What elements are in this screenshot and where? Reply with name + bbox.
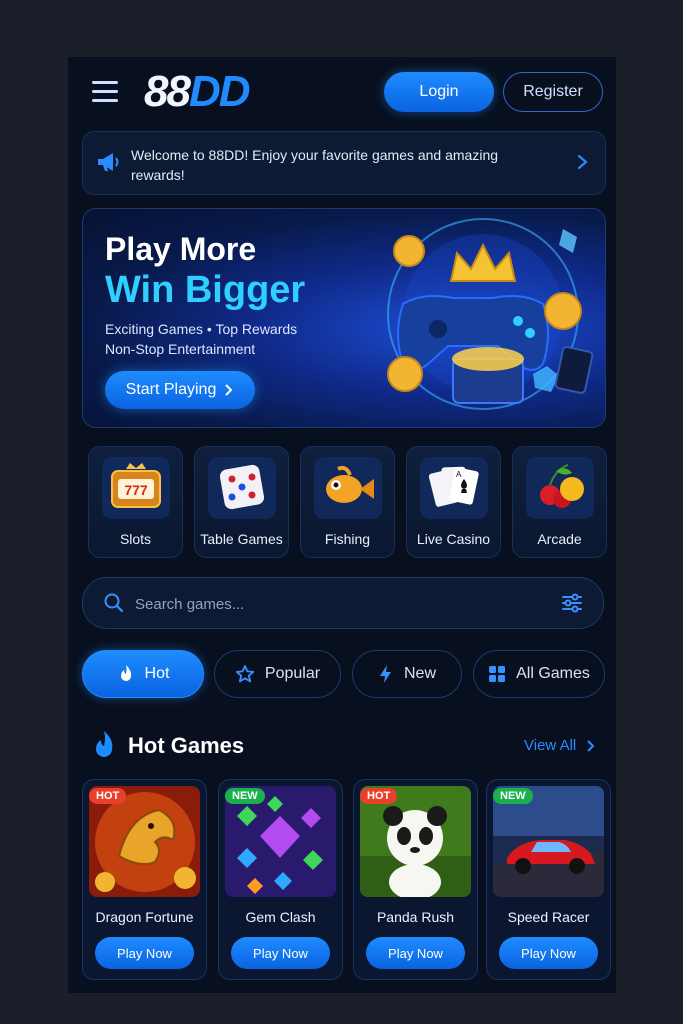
playing-cards-icon: A [420,457,488,519]
category-fishing[interactable]: Fishing [300,446,395,558]
star-icon [235,665,255,683]
chevron-right-icon [225,384,233,396]
category-table-games[interactable]: Table Games [194,446,289,558]
header: 88DD Login Register [68,57,616,127]
fire-icon [96,731,113,757]
game-name: Gem Clash [245,909,316,925]
category-label: Fishing [324,531,371,547]
fire-icon [120,665,131,681]
category-arcade[interactable]: Arcade [512,446,607,558]
chevron-right-icon[interactable] [573,152,591,172]
fruits-icon [526,457,594,519]
tab-label: All Games [516,665,590,682]
register-button[interactable]: Register [503,72,603,112]
search-input[interactable] [133,590,537,618]
hero-illustration [387,218,594,410]
announcement-text: Welcome to 88DD! Enjoy your favorite gam… [131,147,499,183]
hero-title-line1: Play More [105,231,257,267]
new-badge: NEW [493,788,533,804]
hero-title-line2: Win Bigger [105,269,306,311]
tab-hot[interactable]: Hot [82,650,204,698]
svg-text:777: 777 [124,482,148,498]
filter-sliders-icon[interactable] [561,592,583,614]
tab-new[interactable]: New [352,650,462,698]
app-root: 88DD Login Register Welcome to 88DD! Enj… [68,57,616,993]
play-now-button[interactable]: Play Now [499,937,598,969]
game-card[interactable]: NEW Gem Clash Play Now [218,779,343,980]
hot-badge: HOT [89,788,127,804]
tab-popular[interactable]: Popular [214,650,341,698]
new-badge: NEW [225,788,265,804]
tab-label: Popular [264,665,321,682]
play-now-button[interactable]: Play Now [95,937,194,969]
category-label: Arcade [537,531,582,547]
search-icon [104,593,124,613]
logo-part1: 88 [144,67,191,116]
hero-subtitle-line2: Non-Stop Entertainment [105,341,256,357]
start-playing-button[interactable]: Start Playing [105,371,255,409]
hero-subtitle-line1: Exciting Games • Top Rewards [105,321,298,337]
logo[interactable]: 88DD [144,67,251,117]
tab-all-games[interactable]: All Games [473,650,605,698]
play-now-button[interactable]: Play Now [231,937,330,969]
category-slots[interactable]: 777 Slots [88,446,183,558]
grid-icon [489,666,506,682]
megaphone-icon [98,153,119,171]
chevron-right-icon [587,739,595,752]
lightning-icon [379,665,391,683]
game-card[interactable]: HOT Dragon Fortune Play Now [82,779,207,980]
category-label: Live Casino [416,531,491,547]
hero-banner[interactable]: Play More Win Bigger Exciting Games • To… [82,208,606,428]
dice-icon [208,457,276,519]
hamburger-menu-icon[interactable] [92,81,118,103]
hot-badge: HOT [360,788,398,804]
game-name: Speed Racer [507,909,590,925]
search-bar [82,577,604,629]
logo-part2: DD [188,67,251,116]
filter-tabs: Hot Popular New All Games [82,650,616,700]
game-name: Panda Rush [376,909,455,925]
announcement-bar[interactable]: Welcome to 88DD! Enjoy your favorite gam… [82,131,606,195]
slot-machine-icon: 777 [102,457,170,519]
category-label: Slots [119,531,152,547]
start-playing-label: Start Playing [125,381,217,398]
tab-label: Hot [144,665,170,682]
category-row: 777 Slots Table Games Fishing A Live Cas… [88,446,608,558]
view-all-label: View All [524,737,577,754]
game-name: Dragon Fortune [95,909,194,925]
section-title: Hot Games [128,733,245,758]
category-label: Table Games [200,531,283,547]
login-button[interactable]: Login [384,72,494,112]
hot-games-grid: HOT Dragon Fortune Play Now NEW Gem Clas… [82,779,616,980]
category-live-casino[interactable]: A Live Casino [406,446,501,558]
svg-text:A: A [456,470,462,479]
game-card[interactable]: NEW Speed Racer Play Now [486,779,611,980]
view-all-link[interactable]: View All [524,737,596,754]
game-card[interactable]: HOT Panda Rush Play Now [353,779,478,980]
play-now-button[interactable]: Play Now [366,937,465,969]
tab-label: New [403,665,436,682]
fish-icon [314,457,382,519]
